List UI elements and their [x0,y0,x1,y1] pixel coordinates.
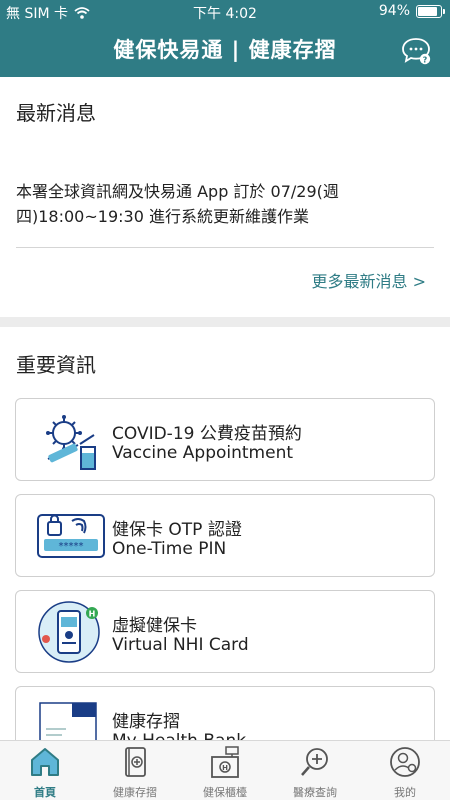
tab-label: 我的 [394,786,416,799]
tab-health-book[interactable]: 健康存摺 [90,741,180,800]
card-title: 虛擬健保卡 [112,616,197,636]
svg-text:*****: ***** [59,541,84,552]
health-bank-card[interactable]: 健康存摺 My Health Bank [15,686,435,740]
card-title: 健康存摺 [112,712,180,732]
battery-percent: 94% [378,3,410,19]
tab-home[interactable]: 首頁 [0,741,90,800]
important-info-section: 重要資訊 COVID-19 公費疫苗預約 Vaccine Appointment [0,327,450,740]
home-icon [31,748,59,776]
news-divider [16,247,434,248]
card-subtitle: One-Time PIN [112,539,227,559]
card-title: 健保卡 OTP 認證 [112,520,242,540]
news-section: 最新消息 本署全球資訊網及快易通 App 訂於 07/29(週四)18:00~1… [0,77,450,317]
virtual-card-card[interactable]: H 虛擬健保卡 Virtual NHI Card [15,590,435,673]
tab-label: 醫療查詢 [293,786,337,799]
chat-help-icon[interactable]: ? [400,36,432,66]
news-message[interactable]: 本署全球資訊網及快易通 App 訂於 07/29(週四)18:00~19:30 … [16,179,436,229]
tab-medical-search[interactable]: 醫療查詢 [270,741,360,800]
info-heading: 重要資訊 [16,353,96,377]
news-heading: 最新消息 [16,101,96,125]
status-bar: 無 SIM 卡 下午 4:02 94% [0,0,450,24]
profile-icon [390,747,420,777]
svg-text:H: H [89,610,96,619]
health-bank-icon [39,702,97,740]
vaccine-appointment-card[interactable]: COVID-19 公費疫苗預約 Vaccine Appointment [15,398,435,481]
card-title: COVID-19 公費疫苗預約 [112,424,302,444]
vaccine-icon [46,415,96,470]
bottom-tab-bar: 首頁 健康存摺 H 健保櫃檯 醫療查詢 我的 [0,740,450,800]
card-subtitle: My Health Bank [112,731,246,740]
tab-label: 健保櫃檯 [203,786,247,799]
health-book-icon [125,747,146,777]
tab-profile[interactable]: 我的 [360,741,450,800]
otp-icon: ***** [37,514,105,558]
battery-icon [416,4,445,18]
tab-counter[interactable]: H 健保櫃檯 [180,741,270,800]
card-subtitle: Virtual NHI Card [112,635,249,655]
tab-label: 健康存摺 [113,786,157,799]
svg-text:?: ? [423,55,428,64]
tab-label: 首頁 [34,786,56,799]
virtual-card-icon: H [38,601,100,663]
svg-text:H: H [222,764,228,772]
more-news-link[interactable]: 更多最新消息 > [312,268,427,292]
medical-search-icon [301,748,328,776]
counter-icon: H [211,746,239,778]
app-title: 健保快易通 | 健康存摺 [113,38,337,62]
top-bar: 無 SIM 卡 下午 4:02 94% 健保快易通 | 健康存摺 ? [0,0,450,77]
otp-card[interactable]: ***** 健保卡 OTP 認證 One-Time PIN [15,494,435,577]
card-subtitle: Vaccine Appointment [112,443,294,463]
